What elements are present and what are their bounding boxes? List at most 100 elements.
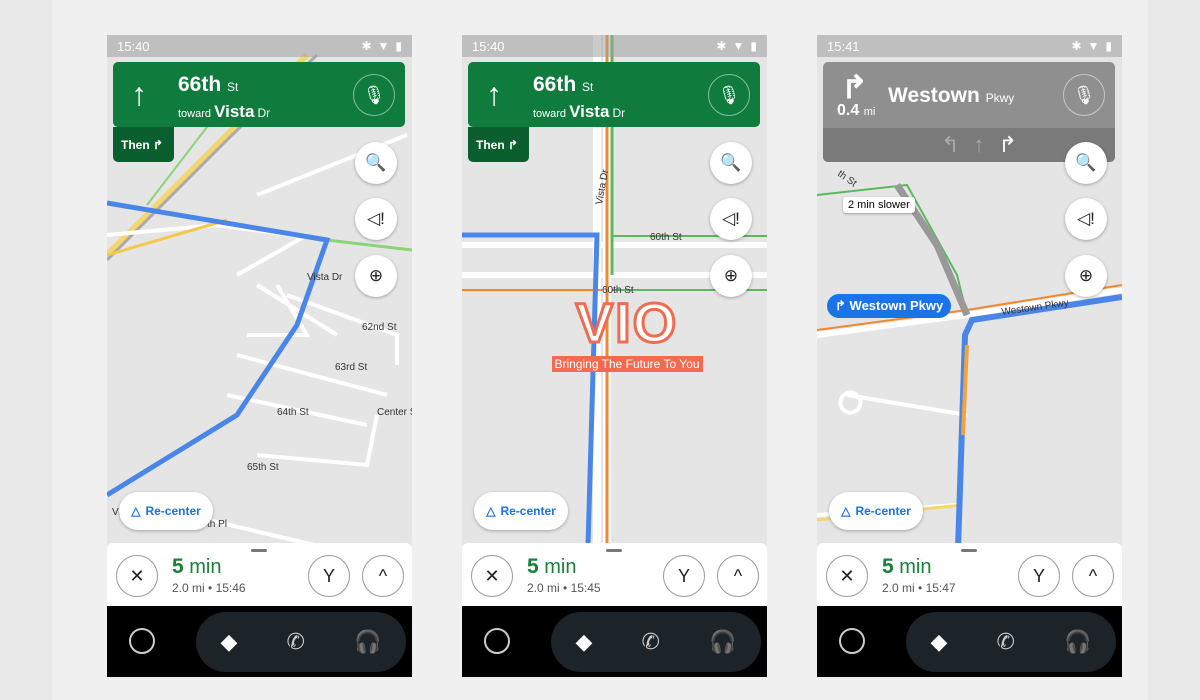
- route-label-chip: ↱ Westown Pkwy: [827, 294, 952, 318]
- speaker-alert-icon: ◁!: [1077, 209, 1095, 228]
- traffic-delay-callout[interactable]: 2 min slower: [843, 197, 915, 213]
- navigation-arrow-icon: △: [841, 504, 851, 518]
- toward-text: toward Vista Dr: [533, 102, 626, 121]
- add-report-icon: ⊕: [1078, 266, 1094, 285]
- battery-icon: ▮: [395, 39, 402, 53]
- battery-icon: ▮: [750, 39, 757, 53]
- lane-straight-icon: ↑: [973, 132, 985, 157]
- watermark-logo: VIO Bringing The Future To You: [542, 290, 712, 373]
- search-button[interactable]: 🔍: [355, 142, 397, 184]
- status-bar: 15:40 ✱ ▼ ▮: [462, 35, 767, 57]
- headphones-icon[interactable]: 🎧: [1064, 629, 1091, 655]
- audio-alert-button[interactable]: ◁!: [1065, 198, 1107, 240]
- fork-icon: Y: [322, 565, 335, 586]
- headphones-icon[interactable]: 🎧: [354, 629, 381, 655]
- audio-alert-button[interactable]: ◁!: [355, 198, 397, 240]
- turn-right-icon: ↱: [153, 138, 164, 152]
- microphone-icon[interactable]: 🎙: [1063, 74, 1105, 116]
- home-button[interactable]: [839, 628, 865, 654]
- wifi-icon: ▼: [1087, 39, 1100, 53]
- alternate-routes-button[interactable]: Y: [663, 555, 705, 597]
- drag-handle[interactable]: [606, 549, 622, 552]
- close-button[interactable]: ✕: [826, 555, 868, 597]
- fork-icon: Y: [677, 565, 690, 586]
- arrow-up-icon: ↑: [486, 76, 502, 112]
- expand-button[interactable]: ^: [362, 555, 404, 597]
- expand-button[interactable]: ^: [1072, 555, 1114, 597]
- turn-right-icon: ↱: [835, 298, 846, 313]
- navigation-arrow-icon: △: [486, 504, 496, 518]
- toward-text: toward Vista Dr: [178, 102, 271, 121]
- trip-details: 2.0 mi • 15:46: [172, 581, 246, 595]
- close-button[interactable]: ✕: [471, 555, 513, 597]
- wifi-icon: ▼: [377, 39, 390, 53]
- lane-turn-left-icon: ↰: [941, 132, 960, 157]
- microphone-icon[interactable]: 🎙: [353, 74, 395, 116]
- speaker-alert-icon: ◁!: [367, 209, 385, 228]
- home-button[interactable]: [129, 628, 155, 654]
- microphone-icon[interactable]: 🎙: [708, 74, 750, 116]
- search-icon: 🔍: [720, 153, 742, 172]
- search-button[interactable]: 🔍: [1065, 142, 1107, 184]
- clock: 15:40: [472, 39, 505, 54]
- street-label: 62nd St: [362, 322, 397, 333]
- navigation-app-icon[interactable]: ◆: [576, 629, 593, 655]
- phone-icon[interactable]: ✆: [287, 629, 305, 655]
- street-label: Vista Dr: [307, 272, 343, 283]
- distance-to-turn: 0.4 mi: [837, 102, 876, 119]
- speaker-alert-icon: ◁!: [722, 209, 740, 228]
- phone-screen-1: 62nd St 63rd St 64th St 65th St Vista Dr…: [107, 35, 412, 677]
- navigation-app-icon[interactable]: ◆: [221, 629, 238, 655]
- turn-right-icon: ↱: [508, 138, 519, 152]
- close-icon: ✕: [129, 565, 145, 586]
- report-button[interactable]: ⊕: [710, 255, 752, 297]
- phone-icon[interactable]: ✆: [642, 629, 660, 655]
- status-bar: 15:40 ✱ ▼ ▮: [107, 35, 412, 57]
- add-report-icon: ⊕: [368, 266, 384, 285]
- audio-alert-button[interactable]: ◁!: [710, 198, 752, 240]
- close-button[interactable]: ✕: [116, 555, 158, 597]
- chevron-up-icon: ^: [733, 565, 743, 586]
- drag-handle[interactable]: [251, 549, 267, 552]
- recenter-button[interactable]: △ Re-center: [119, 492, 213, 530]
- report-button[interactable]: ⊕: [1065, 255, 1107, 297]
- recenter-button[interactable]: △ Re-center: [829, 492, 923, 530]
- chevron-up-icon: ^: [1088, 565, 1098, 586]
- phone-screen-3: Westown Pkwy th St 15:41 ✱ ▼ ▮ ↱ 0.4 mi Wes…: [817, 35, 1122, 677]
- close-icon: ✕: [839, 565, 855, 586]
- expand-button[interactable]: ^: [717, 555, 759, 597]
- street-label: 63rd St: [335, 362, 367, 373]
- fork-icon: Y: [1032, 565, 1045, 586]
- street-name: 66th St: [178, 73, 239, 96]
- status-bar: 15:41 ✱ ▼ ▮: [817, 35, 1122, 57]
- phone-icon[interactable]: ✆: [997, 629, 1015, 655]
- street-label: 60th St: [650, 232, 682, 243]
- navigation-arrow-icon: △: [131, 504, 141, 518]
- home-button[interactable]: [484, 628, 510, 654]
- eta: 5 min: [527, 555, 577, 578]
- report-button[interactable]: ⊕: [355, 255, 397, 297]
- phone-screen-2: 60th St 60th St Vista Dr VIO Bringing The…: [462, 35, 767, 677]
- clock: 15:41: [827, 39, 860, 54]
- search-button[interactable]: 🔍: [710, 142, 752, 184]
- app-dock: ◆ ✆ 🎧: [906, 612, 1116, 672]
- alternate-routes-button[interactable]: Y: [308, 555, 350, 597]
- bluetooth-icon: ✱: [361, 39, 372, 53]
- battery-icon: ▮: [1105, 39, 1112, 53]
- lane-straight-right-icon: ↱: [998, 132, 1017, 157]
- headphones-icon[interactable]: 🎧: [709, 629, 736, 655]
- recenter-button[interactable]: △ Re-center: [474, 492, 568, 530]
- search-icon: 🔍: [365, 153, 387, 172]
- street-name: 66th St: [533, 73, 594, 96]
- bluetooth-icon: ✱: [716, 39, 727, 53]
- android-auto-nav-bar: ◆ ✆ 🎧: [462, 606, 767, 677]
- navigation-app-icon[interactable]: ◆: [931, 629, 948, 655]
- android-auto-nav-bar: ◆ ✆ 🎧: [107, 606, 412, 677]
- drag-handle[interactable]: [961, 549, 977, 552]
- turn-right-icon: ↱: [841, 69, 868, 105]
- android-auto-nav-bar: ◆ ✆ 🎧: [817, 606, 1122, 677]
- chevron-up-icon: ^: [378, 565, 388, 586]
- app-dock: ◆ ✆ 🎧: [196, 612, 406, 672]
- trip-sheet: ✕ 5 min 2.0 mi • 15:46 Y ^: [107, 543, 412, 606]
- alternate-routes-button[interactable]: Y: [1018, 555, 1060, 597]
